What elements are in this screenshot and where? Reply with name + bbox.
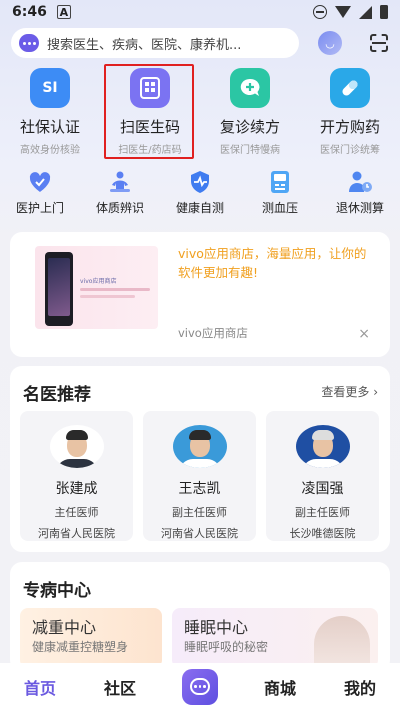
nav-chat[interactable] <box>160 668 240 705</box>
wifi-icon <box>335 6 351 18</box>
status-bar: 6:46 A <box>0 0 400 24</box>
special-disease-card: 专病中心 减重中心 健康减重控糖塑身 睡眠中心 睡眠呼吸的秘密 <box>10 562 390 672</box>
see-more-link[interactable]: 查看更多 › <box>321 383 378 400</box>
service-label: 开方购药 <box>319 118 380 136</box>
tile-title: 减重中心 <box>32 618 97 637</box>
nav-mall[interactable]: 商城 <box>240 675 320 699</box>
service-social-security[interactable]: SI 社保认证 高效身份核验 <box>0 68 100 158</box>
chat-plus-icon <box>230 68 270 108</box>
main-services: SI 社保认证 高效身份核验 扫医生码 扫医生/药店码 复诊续方 医保门特慢病 … <box>0 68 400 158</box>
doctor-avatar <box>295 425 350 468</box>
doctor-avatar <box>49 425 104 468</box>
nav-community[interactable]: 社区 <box>80 675 160 699</box>
app-logo-icon <box>19 34 39 52</box>
service-retirement-calc[interactable]: 退休测算 <box>320 170 400 220</box>
ad-card[interactable]: vivo应用商店 vivo应用商店，海量应用，让你的软件更加有趣! vivo应用… <box>10 232 390 357</box>
sub-service-label: 测血压 <box>261 201 298 215</box>
assistant-avatar-icon[interactable]: ◡ <box>318 31 342 55</box>
ad-source: vivo应用商店 <box>178 326 248 340</box>
doctor-hospital: 河南省人民医院 <box>38 527 115 540</box>
service-constitution-test[interactable]: 体质辨识 <box>80 170 160 220</box>
doctor-name: 王志凯 <box>178 481 221 497</box>
service-buy-medicine[interactable]: 开方购药 医保门诊统筹 <box>300 68 400 158</box>
nav-mine[interactable]: 我的 <box>320 675 400 699</box>
search-input[interactable]: 搜索医生、疾病、医院、康养机... <box>11 28 299 58</box>
service-nurse-visit[interactable]: 医护上门 <box>0 170 80 220</box>
bottom-nav: 首页 社区 商城 我的 <box>0 663 400 710</box>
retirement-calc-icon <box>347 170 373 194</box>
tile-sub: 睡眠呼吸的秘密 <box>184 640 269 654</box>
service-sub: 高效身份核验 <box>20 145 80 156</box>
doctor-name: 张建成 <box>55 481 98 497</box>
ad-thumbnail: vivo应用商店 <box>35 246 158 329</box>
doctor-hospital: 河南省人民医院 <box>161 527 238 540</box>
section-title: 专病中心 <box>23 581 91 601</box>
shield-pulse-icon <box>187 170 213 194</box>
sub-service-label: 医护上门 <box>15 201 64 215</box>
service-sub: 医保门特慢病 <box>220 145 280 156</box>
doctor-title: 主任医师 <box>54 506 99 519</box>
search-row: 搜索医生、疾病、医院、康养机... ◡ <box>11 28 389 58</box>
close-icon[interactable]: × <box>358 326 370 342</box>
sub-services: 医护上门 体质辨识 健康自测 测血压 退休测算 <box>0 170 400 220</box>
meditation-icon <box>107 170 133 194</box>
doctor-card[interactable]: 张建成 主任医师 河南省人民医院 <box>20 411 133 541</box>
section-title: 名医推荐 <box>23 385 91 405</box>
ad-thumb-line <box>80 295 135 298</box>
service-sub: 医保门诊统筹 <box>320 145 380 156</box>
social-security-icon: SI <box>30 68 70 108</box>
weight-loss-center-tile[interactable]: 减重中心 健康减重控糖塑身 <box>20 608 162 668</box>
status-icons <box>313 5 388 19</box>
battery-icon <box>380 5 388 19</box>
tile-title: 睡眠中心 <box>184 618 249 637</box>
heart-home-icon <box>27 170 53 194</box>
doctor-hospital: 长沙唯德医院 <box>289 527 356 540</box>
doctor-card[interactable]: 凌国强 副主任医师 长沙唯德医院 <box>266 411 379 541</box>
doctor-avatar <box>172 425 227 468</box>
service-label: 社保认证 <box>19 118 80 136</box>
service-follow-up-prescription[interactable]: 复诊续方 医保门特慢病 <box>200 68 300 158</box>
sleep-center-tile[interactable]: 睡眠中心 睡眠呼吸的秘密 <box>172 608 378 668</box>
doctor-card[interactable]: 王志凯 副主任医师 河南省人民医院 <box>143 411 256 541</box>
ad-title: vivo应用商店，海量应用，让你的软件更加有趣! <box>178 246 367 280</box>
tile-sub: 健康减重控糖塑身 <box>32 640 129 654</box>
a-notification-icon: A <box>56 5 71 19</box>
doctor-title: 副主任医师 <box>295 506 350 519</box>
ad-thumb-line <box>80 288 150 291</box>
doctor-title: 副主任医师 <box>172 506 227 519</box>
doctor-list: 张建成 主任医师 河南省人民医院 王志凯 副主任医师 河南省人民医院 凌国强 副… <box>20 411 380 541</box>
blood-pressure-icon <box>267 170 293 194</box>
nav-home[interactable]: 首页 <box>0 675 80 699</box>
cellular-signal-icon <box>359 5 372 19</box>
phone-image <box>45 252 73 326</box>
sub-service-label: 体质辨识 <box>95 201 144 215</box>
doctor-name: 凌国强 <box>301 481 344 497</box>
sub-service-label: 健康自测 <box>175 201 224 215</box>
service-health-self-test[interactable]: 健康自测 <box>160 170 240 220</box>
do-not-disturb-icon <box>313 5 327 19</box>
ad-thumb-title: vivo应用商店 <box>80 278 117 285</box>
sub-service-label: 退休测算 <box>335 201 384 215</box>
service-blood-pressure[interactable]: 测血压 <box>240 170 320 220</box>
doctor-recommend-card: 名医推荐 查看更多 › 张建成 主任医师 河南省人民医院 王志凯 副主任医师 河… <box>10 366 390 552</box>
special-tiles: 减重中心 健康减重控糖塑身 睡眠中心 睡眠呼吸的秘密 <box>20 608 380 668</box>
service-label: 复诊续方 <box>219 118 280 136</box>
status-time: 6:46 <box>12 4 47 20</box>
chat-bubble-icon[interactable] <box>182 668 218 705</box>
scan-icon[interactable] <box>368 32 390 54</box>
pill-icon <box>330 68 370 108</box>
highlight-annotation-box <box>104 64 194 159</box>
search-placeholder: 搜索医生、疾病、医院、康养机... <box>47 37 242 53</box>
sleeping-person-image <box>314 616 370 668</box>
